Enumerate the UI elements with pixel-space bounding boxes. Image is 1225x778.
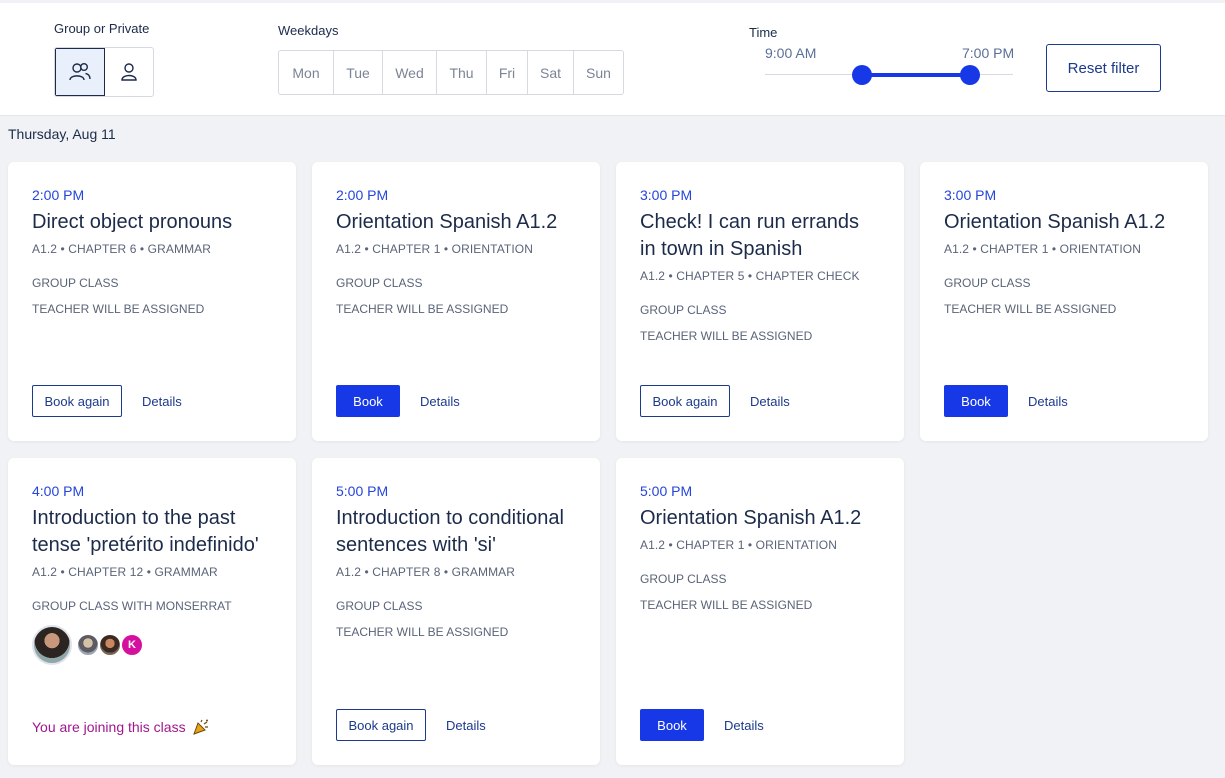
weekday-tue[interactable]: Tue [334,51,383,94]
class-time: 4:00 PM [32,483,85,499]
class-type: GROUP CLASS [640,303,727,317]
class-title: Orientation Spanish A1.2 [336,211,558,233]
weekday-mon[interactable]: Mon [279,51,334,94]
class-type: GROUP CLASS [32,276,119,290]
class-teacher: TEACHER WILL BE ASSIGNED [640,329,813,343]
weekday-thu[interactable]: Thu [437,51,487,94]
class-time: 3:00 PM [944,187,997,203]
class-title: Orientation Spanish A1.2 [944,211,1166,233]
details-link[interactable]: Details [420,394,460,409]
class-time: 2:00 PM [32,187,85,203]
book-button[interactable]: Book [640,709,704,741]
time-start-value: 9:00 AM [765,45,817,61]
details-link[interactable]: Details [1028,394,1068,409]
class-type: GROUP CLASS WITH MONSERRAT [32,599,232,613]
group-icon [69,63,91,81]
details-link[interactable]: Details [750,394,790,409]
details-link[interactable]: Details [142,394,182,409]
teacher-avatar [32,625,72,665]
class-title: Check! I can run errands in town in Span… [640,211,859,260]
time-slider-start-handle[interactable] [852,65,872,85]
class-meta: A1.2 • CHAPTER 5 • CHAPTER CHECK [640,269,860,283]
class-card: 2:00 PM Orientation Spanish A1.2 A1.2 • … [312,162,600,441]
class-title: Introduction to conditional sentences wi… [336,507,564,556]
class-card: 3:00 PM Orientation Spanish A1.2 A1.2 • … [920,162,1208,441]
class-type: GROUP CLASS [640,572,727,586]
class-title: Direct object pronouns [32,211,233,233]
participant-avatar [98,633,122,657]
filter-bar: Group or Private Weekdays Mon Tue Wed Th… [0,0,1225,116]
class-time: 5:00 PM [640,483,693,499]
person-icon [121,63,137,81]
card-actions: Book again Details [640,385,790,417]
class-title: Orientation Spanish A1.2 [640,507,862,529]
book-again-button[interactable]: Book again [640,385,730,417]
class-type: GROUP CLASS [944,276,1031,290]
class-teacher: TEACHER WILL BE ASSIGNED [640,598,813,612]
time-slider-range [862,73,970,77]
weekday-sun[interactable]: Sun [574,51,623,94]
details-link[interactable]: Details [724,718,764,733]
time-label: Time [749,25,778,40]
class-card: 4:00 PM Introduction to the past tense '… [8,458,296,765]
participant-avatar [76,633,100,657]
class-meta: A1.2 • CHAPTER 1 • ORIENTATION [944,242,1141,256]
group-option[interactable] [55,48,105,96]
details-link[interactable]: Details [446,718,486,733]
private-option[interactable] [105,48,153,96]
class-meta: A1.2 • CHAPTER 8 • GRAMMAR [336,565,516,579]
class-time: 3:00 PM [640,187,693,203]
class-time: 2:00 PM [336,187,389,203]
joining-text: You are joining this class [32,719,186,735]
group-private-label: Group or Private [54,21,150,36]
weekday-selector: Mon Tue Wed Thu Fri Sat Sun [278,50,624,95]
card-actions: Book Details [640,709,764,741]
class-teacher: TEACHER WILL BE ASSIGNED [336,625,509,639]
class-teacher: TEACHER WILL BE ASSIGNED [944,302,1117,316]
class-card: 3:00 PM Check! I can run errands in town… [616,162,904,441]
class-type: GROUP CLASS [336,276,423,290]
weekdays-label: Weekdays [278,23,339,38]
time-slider-end-handle[interactable] [960,65,980,85]
book-button[interactable]: Book [944,385,1008,417]
weekday-wed[interactable]: Wed [383,51,437,94]
participant-avatar-initial: K [120,633,144,657]
class-meta: A1.2 • CHAPTER 12 • GRAMMAR [32,565,218,579]
card-actions: Book again Details [32,385,182,417]
group-private-toggle [54,47,154,97]
class-title: Introduction to the past tense 'pretérit… [32,507,259,556]
time-end-value: 7:00 PM [962,45,1015,61]
reset-filter-button[interactable]: Reset filter [1046,44,1161,92]
class-type: GROUP CLASS [336,599,423,613]
class-teacher: TEACHER WILL BE ASSIGNED [32,302,205,316]
weekday-fri[interactable]: Fri [487,51,528,94]
book-again-button[interactable]: Book again [32,385,122,417]
class-card: 2:00 PM Direct object pronouns A1.2 • CH… [8,162,296,441]
card-actions: Book Details [944,385,1068,417]
book-button[interactable]: Book [336,385,400,417]
class-teacher: TEACHER WILL BE ASSIGNED [336,302,509,316]
weekday-sat[interactable]: Sat [528,51,574,94]
card-actions: Book Details [336,385,460,417]
joining-status: You are joining this class [32,719,210,735]
card-actions: Book again Details [336,709,486,741]
party-popper-icon [192,719,208,735]
book-again-button[interactable]: Book again [336,709,426,741]
class-card: 5:00 PM Introduction to conditional sent… [312,458,600,765]
date-heading: Thursday, Aug 11 [8,126,116,142]
class-card: 5:00 PM Orientation Spanish A1.2 A1.2 • … [616,458,904,765]
class-meta: A1.2 • CHAPTER 1 • ORIENTATION [336,242,533,256]
participant-avatars: K [32,625,272,665]
class-meta: A1.2 • CHAPTER 6 • GRAMMAR [32,242,212,256]
class-time: 5:00 PM [336,483,389,499]
class-meta: A1.2 • CHAPTER 1 • ORIENTATION [640,538,837,552]
